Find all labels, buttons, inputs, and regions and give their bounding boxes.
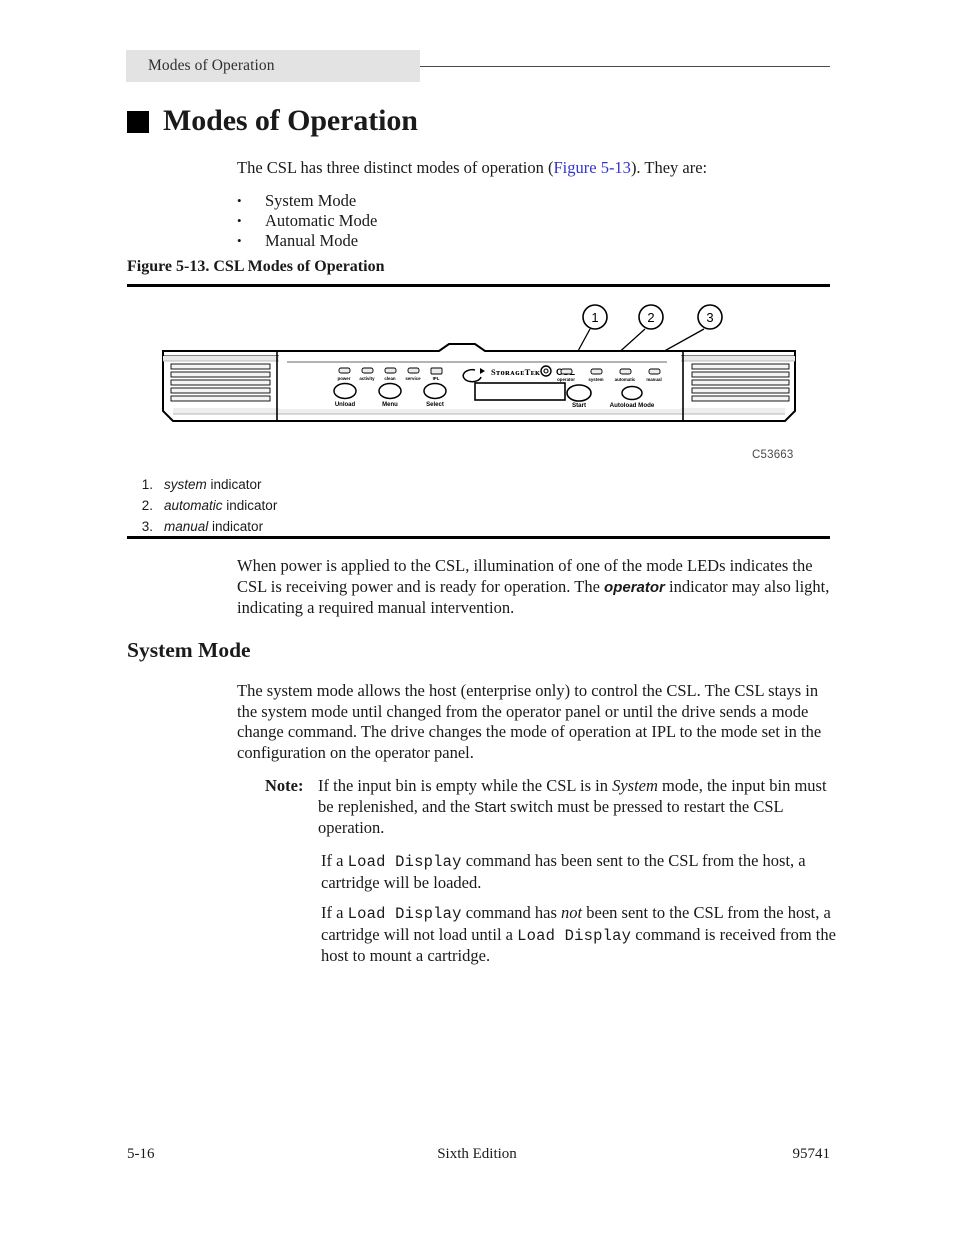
- brand-label: SᴛᴏʀᴀɢᴇTᴇᴋ: [491, 367, 541, 377]
- page-title: Modes of Operation: [163, 104, 418, 137]
- load2-not-italic: not: [561, 903, 583, 922]
- figure-caption: Figure 5-13. CSL Modes of Operation: [127, 258, 385, 275]
- bullet-icon: •: [237, 233, 242, 248]
- list-item-label: Automatic Mode: [265, 211, 378, 230]
- modes-bullet-list: • System Mode • Automatic Mode • Manual Mod…: [237, 191, 657, 251]
- legend-item: 3. manual indicator: [131, 517, 551, 538]
- select-button-label: Select: [426, 402, 444, 408]
- load2-text-a: If a: [321, 903, 348, 922]
- load2-command-2: Load Display: [517, 926, 632, 945]
- intro-text-after: ). They are:: [630, 158, 708, 177]
- system-led: [590, 368, 603, 375]
- legend-number: 2.: [141, 497, 153, 513]
- note-system-italic: System: [612, 776, 658, 795]
- led-label-automatic: automatic: [615, 377, 636, 382]
- select-button: [423, 382, 447, 400]
- bullet-icon: •: [237, 213, 242, 228]
- legend-rest: indicator: [206, 477, 262, 492]
- figure-cross-reference-link[interactable]: Figure 5-13: [553, 158, 630, 177]
- led-label-activity: activity: [359, 376, 375, 381]
- bullet-icon: •: [237, 193, 242, 208]
- led-label-operator: operator: [557, 377, 575, 382]
- legend-number: 3.: [141, 518, 153, 534]
- heading-bullet-square-icon: [127, 111, 149, 133]
- led-label-clean: clean: [384, 376, 396, 381]
- note-paragraph: If the input bin is empty while the CSL …: [318, 776, 838, 839]
- intro-text-before: The CSL has three distinct modes of oper…: [237, 158, 554, 177]
- legend-term: manual: [164, 518, 209, 534]
- led-label-system: system: [588, 377, 603, 382]
- legend-number: 1.: [141, 477, 153, 492]
- load2-command-1: Load Display: [347, 905, 462, 923]
- list-item: • Manual Mode: [237, 231, 657, 251]
- footer-document-number: 95741: [792, 1146, 831, 1162]
- legend-term: automatic: [164, 497, 223, 513]
- callout-2-label: 2: [647, 310, 654, 325]
- document-page: Modes of Operation Modes of Operation Th…: [0, 0, 954, 1235]
- unload-button: [333, 382, 357, 400]
- button-group-left: Unload Menu Select: [333, 382, 447, 408]
- menu-button-label: Menu: [382, 402, 398, 408]
- legend-term: system: [164, 477, 207, 492]
- legend-rest: indicator: [208, 518, 264, 534]
- autoload-mode-button-label: Autoload Mode: [610, 402, 655, 409]
- load1-text-a: If a: [321, 851, 348, 870]
- unload-button-label: Unload: [335, 402, 356, 408]
- section-heading-system-mode: System Mode: [127, 638, 251, 662]
- load1-command: Load Display: [347, 853, 462, 871]
- load-display-paragraph-2: If a Load Display command has not been s…: [321, 903, 836, 967]
- operator-emphasis: operator: [604, 578, 665, 596]
- led-label-service: service: [405, 376, 421, 381]
- start-button: [566, 384, 592, 402]
- list-item: • System Mode: [237, 191, 657, 211]
- legend-item: 2. automatic indicator: [131, 496, 551, 517]
- legend-rest: indicator: [222, 497, 278, 513]
- note-text-a: If the input bin is empty while the CSL …: [318, 776, 613, 795]
- figure-art-number: C53663: [752, 449, 794, 461]
- led-label-manual: manual: [646, 377, 661, 382]
- start-button-label: Start: [572, 402, 586, 409]
- operator-led: [560, 368, 573, 375]
- power-paragraph: When power is applied to the CSL, illumi…: [237, 556, 837, 619]
- note-start-bold: Start: [474, 798, 506, 816]
- automatic-led: [619, 368, 632, 375]
- callout-1-label: 1: [591, 310, 598, 325]
- manual-led: [648, 368, 661, 375]
- system-mode-paragraph: The system mode allows the host (enterpr…: [237, 681, 822, 762]
- menu-button: [378, 382, 402, 400]
- figure-illustration: 1 2 3 power activity clean service IPL U…: [127, 290, 830, 478]
- running-header-title: Modes of Operation: [148, 57, 275, 74]
- figure-bottom-rule: [127, 536, 830, 539]
- intro-paragraph: The CSL has three distinct modes of oper…: [237, 157, 837, 178]
- load-display-paragraph-1: If a Load Display command has been sent …: [321, 851, 833, 893]
- lcd-display-window: [474, 382, 566, 401]
- figure-legend-list: 1. system indicator 2. automatic indicator…: [131, 475, 551, 537]
- autoload-mode-button: [621, 385, 643, 401]
- header-rule: [420, 66, 830, 67]
- legend-item: 1. system indicator: [131, 475, 551, 496]
- load2-text-b: command has: [461, 903, 562, 922]
- figure-top-rule: [127, 284, 830, 287]
- callout-3-label: 3: [706, 310, 713, 325]
- list-item: • Automatic Mode: [237, 211, 657, 231]
- list-item-label: Manual Mode: [265, 231, 359, 250]
- led-label-power: power: [338, 376, 351, 381]
- led-label-ipl: IPL: [433, 376, 440, 381]
- list-item-label: System Mode: [265, 191, 357, 210]
- note-label: Note:: [265, 776, 304, 795]
